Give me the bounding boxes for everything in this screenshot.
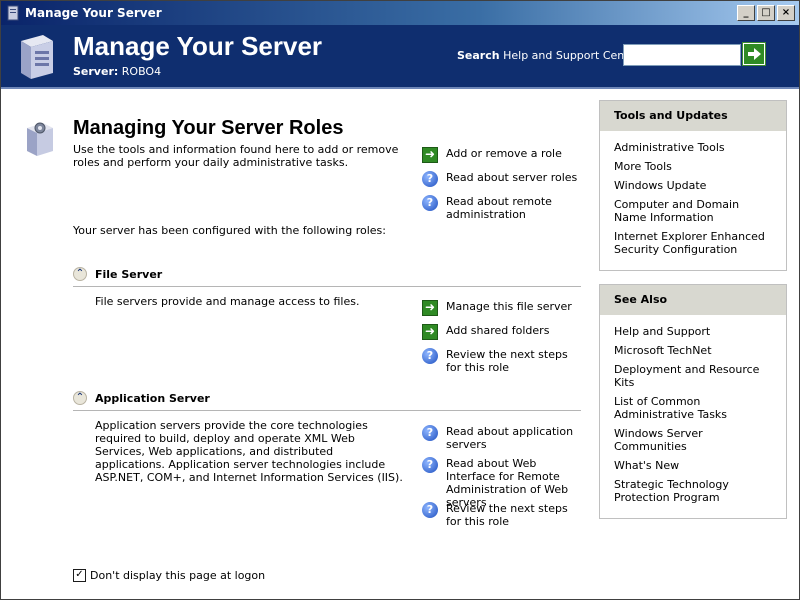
collapse-icon[interactable]: ⌃ — [73, 267, 87, 281]
search-scope: Help and Support Center — [503, 49, 640, 62]
panel-links: Help and Support Microsoft TechNet Deplo… — [600, 315, 786, 518]
header-banner: Manage Your Server Server: ROBO4 Search … — [1, 25, 799, 89]
action-label: Add or remove a role — [446, 147, 562, 160]
server-name: Server: ROBO4 — [73, 65, 161, 78]
server-tower-icon — [21, 35, 53, 79]
action-label: Review the next steps for this role — [446, 348, 568, 374]
action-label: Manage this file server — [446, 300, 572, 313]
dont-display-checkbox[interactable]: ✓ — [73, 569, 86, 582]
close-button[interactable]: × — [777, 5, 795, 21]
search-go-button[interactable] — [742, 42, 766, 66]
read-remote-admin-link[interactable]: ? Read about remote administration — [422, 195, 586, 221]
title-bar[interactable]: Manage Your Server _ □ × — [1, 1, 799, 25]
page-title: Managing Your Server Roles — [73, 117, 344, 139]
dont-display-checkbox-row[interactable]: ✓ Don't display this page at logon — [73, 569, 265, 582]
page-description: Use the tools and information found here… — [73, 143, 399, 169]
server-label: Server: — [73, 65, 119, 78]
search-label: Search Help and Support Center — [457, 49, 640, 62]
read-app-servers-link[interactable]: ? Read about application servers — [422, 425, 586, 451]
help-icon: ? — [422, 457, 438, 473]
help-icon: ? — [422, 425, 438, 441]
role-header-application-server[interactable]: ⌃ Application Server — [73, 391, 210, 405]
action-label: Read about application servers — [446, 425, 574, 451]
server-name-value: ROBO4 — [121, 65, 162, 78]
link-ie-enhanced-security[interactable]: Internet Explorer Enhanced Security Conf… — [614, 230, 772, 256]
manage-file-server-link[interactable]: ➜ Manage this file server — [422, 300, 586, 316]
configured-roles-text: Your server has been configured with the… — [73, 224, 386, 237]
action-label: Review the next steps for this role — [446, 502, 568, 528]
panel-title: Tools and Updates — [600, 101, 786, 131]
role-description: File servers provide and manage access t… — [95, 295, 360, 308]
read-server-roles-link[interactable]: ? Read about server roles — [422, 171, 586, 187]
dont-display-label: Don't display this page at logon — [90, 569, 266, 582]
header-title: Manage Your Server — [73, 31, 323, 61]
help-icon: ? — [422, 171, 438, 187]
review-next-steps-link[interactable]: ? Review the next steps for this role — [422, 348, 586, 374]
link-administrative-tools[interactable]: Administrative Tools — [614, 141, 772, 154]
manage-your-server-window: Manage Your Server _ □ × Manage Your Ser… — [0, 0, 800, 600]
collapse-icon[interactable]: ⌃ — [73, 391, 87, 405]
help-icon: ? — [422, 195, 438, 211]
search-input[interactable] — [623, 44, 741, 66]
divider — [73, 286, 581, 287]
tools-updates-panel: Tools and Updates Administrative Tools M… — [599, 100, 787, 271]
help-icon: ? — [422, 502, 438, 518]
add-shared-folders-link[interactable]: ➜ Add shared folders — [422, 324, 586, 340]
link-windows-update[interactable]: Windows Update — [614, 179, 772, 192]
action-label: Add shared folders — [446, 324, 550, 337]
see-also-panel: See Also Help and Support Microsoft Tech… — [599, 284, 787, 519]
link-microsoft-technet[interactable]: Microsoft TechNet — [614, 344, 772, 357]
arrow-icon: ➜ — [422, 147, 438, 163]
link-whats-new[interactable]: What's New — [614, 459, 772, 472]
panel-links: Administrative Tools More Tools Windows … — [600, 131, 786, 270]
action-label: Read about remote administration — [446, 195, 552, 221]
link-server-communities[interactable]: Windows Server Communities — [614, 427, 772, 453]
main-content: Managing Your Server Roles Use the tools… — [1, 89, 799, 599]
search-label-bold: Search — [457, 49, 500, 62]
link-more-tools[interactable]: More Tools — [614, 160, 772, 173]
help-icon: ? — [422, 348, 438, 364]
window-controls: _ □ × — [737, 5, 795, 21]
server-icon — [7, 5, 19, 21]
role-description: Application servers provide the core tec… — [95, 419, 403, 484]
review-next-steps-link[interactable]: ? Review the next steps for this role — [422, 502, 586, 528]
link-strategic-tech-protection[interactable]: Strategic Technology Protection Program — [614, 478, 772, 504]
arrow-icon: ➜ — [422, 324, 438, 340]
link-computer-domain-name[interactable]: Computer and Domain Name Information — [614, 198, 772, 224]
arrow-icon: ➜ — [422, 300, 438, 316]
divider — [73, 410, 581, 411]
role-title: File Server — [95, 267, 163, 281]
go-arrow-icon — [744, 44, 764, 64]
maximize-button[interactable]: □ — [757, 5, 775, 21]
role-header-file-server[interactable]: ⌃ File Server — [73, 267, 162, 281]
link-common-admin-tasks[interactable]: List of Common Administrative Tasks — [614, 395, 772, 421]
link-deployment-resource-kits[interactable]: Deployment and Resource Kits — [614, 363, 772, 389]
server-roles-icon — [27, 122, 53, 156]
window-title: Manage Your Server — [25, 6, 162, 20]
action-label: Read about server roles — [446, 171, 578, 184]
minimize-button[interactable]: _ — [737, 5, 755, 21]
role-title: Application Server — [95, 391, 210, 405]
link-help-support[interactable]: Help and Support — [614, 325, 772, 338]
panel-title: See Also — [600, 285, 786, 315]
add-remove-role-link[interactable]: ➜ Add or remove a role — [422, 147, 586, 163]
